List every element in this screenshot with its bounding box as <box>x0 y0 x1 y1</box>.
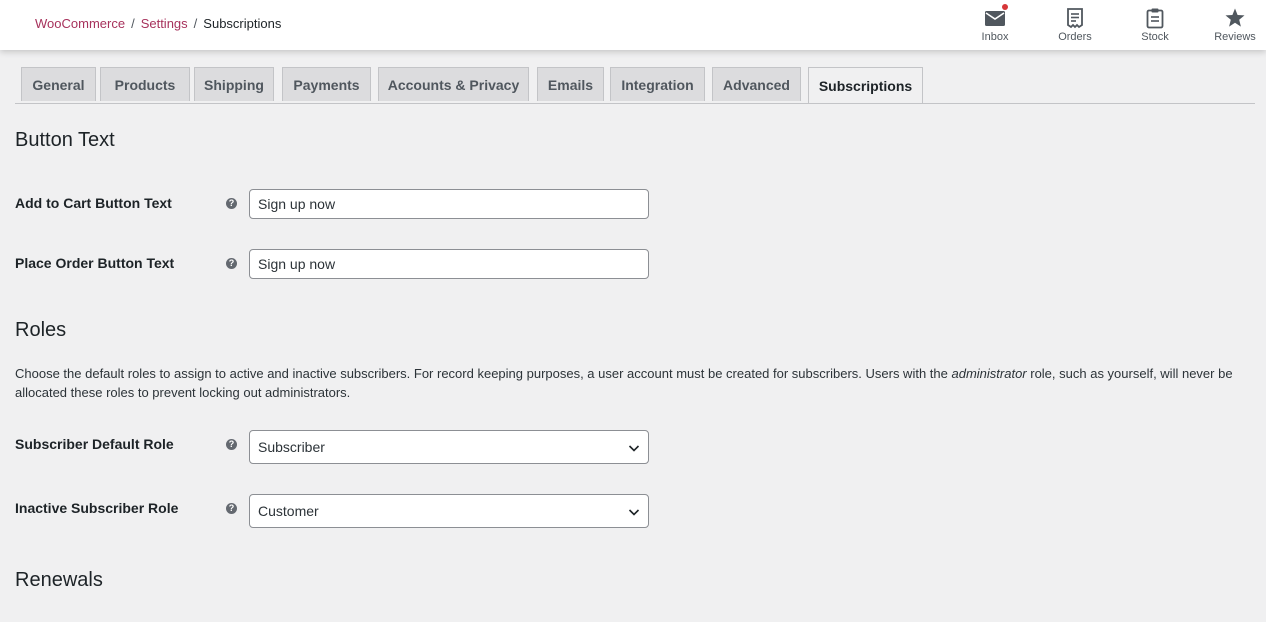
activity-stock-button[interactable]: Stock <box>1119 0 1191 50</box>
select-value: Customer <box>258 503 319 519</box>
activity-label: Orders <box>1058 31 1092 43</box>
breadcrumb-woocommerce-link[interactable]: WooCommerce <box>35 16 125 31</box>
settings-tabs: General Products Shipping Payments Accou… <box>15 67 1255 104</box>
activity-label: Reviews <box>1214 31 1256 43</box>
chevron-down-icon <box>628 445 640 452</box>
tab-general[interactable]: General <box>21 67 96 101</box>
unread-dot <box>1002 4 1008 10</box>
activity-inbox-button[interactable]: Inbox <box>959 0 1031 50</box>
tab-accounts-privacy[interactable]: Accounts & Privacy <box>378 67 529 101</box>
help-tip-icon[interactable]: ? <box>226 258 237 269</box>
roles-description-text: Choose the default roles to assign to ac… <box>15 366 952 381</box>
activity-label: Inbox <box>981 31 1009 43</box>
tab-products[interactable]: Products <box>100 67 190 101</box>
breadcrumb-current: Subscriptions <box>203 16 282 31</box>
top-header: WooCommerce / Settings / Subscriptions Inbox… <box>0 0 1266 50</box>
roles-description-emphasis: administrator <box>951 366 1027 381</box>
subscriber-default-role-select[interactable]: Subscriber <box>249 430 649 464</box>
breadcrumb: WooCommerce / Settings / Subscriptions <box>35 16 281 32</box>
chevron-down-icon <box>628 509 640 516</box>
help-tip-icon[interactable]: ? <box>226 198 237 209</box>
star-icon <box>1224 7 1246 29</box>
select-value: Subscriber <box>258 439 325 455</box>
place-order-label: Place Order Button Text <box>15 255 175 271</box>
inbox-icon <box>984 4 1008 29</box>
section-title-roles: Roles <box>15 319 67 341</box>
breadcrumb-separator: / <box>193 16 198 31</box>
section-title-button-text: Button Text <box>15 129 115 151</box>
stock-icon <box>1144 7 1166 29</box>
inactive-subscriber-role-select[interactable]: Customer <box>249 494 649 528</box>
tab-subscriptions[interactable]: Subscriptions <box>808 67 923 103</box>
tab-integration[interactable]: Integration <box>610 67 705 101</box>
inactive-subscriber-role-label: Inactive Subscriber Role <box>15 500 179 516</box>
tab-advanced[interactable]: Advanced <box>712 67 801 101</box>
activity-orders-button[interactable]: Orders <box>1039 0 1111 50</box>
breadcrumb-settings-link[interactable]: Settings <box>141 16 188 31</box>
section-title-renewals: Renewals <box>15 569 103 591</box>
tab-payments[interactable]: Payments <box>282 67 371 101</box>
activity-label: Stock <box>1141 31 1169 43</box>
subscriber-default-role-label: Subscriber Default Role <box>15 436 174 452</box>
add-to-cart-text-input[interactable] <box>249 189 649 219</box>
help-tip-icon[interactable]: ? <box>226 503 237 514</box>
place-order-text-input[interactable] <box>249 249 649 279</box>
activity-reviews-button[interactable]: Reviews <box>1199 0 1266 50</box>
roles-description: Choose the default roles to assign to ac… <box>15 364 1255 402</box>
orders-icon <box>1064 7 1086 29</box>
breadcrumb-separator: / <box>131 16 135 31</box>
tab-emails[interactable]: Emails <box>537 67 604 101</box>
add-to-cart-label: Add to Cart Button Text <box>15 195 172 211</box>
help-tip-icon[interactable]: ? <box>226 439 237 450</box>
tab-shipping[interactable]: Shipping <box>194 67 274 101</box>
